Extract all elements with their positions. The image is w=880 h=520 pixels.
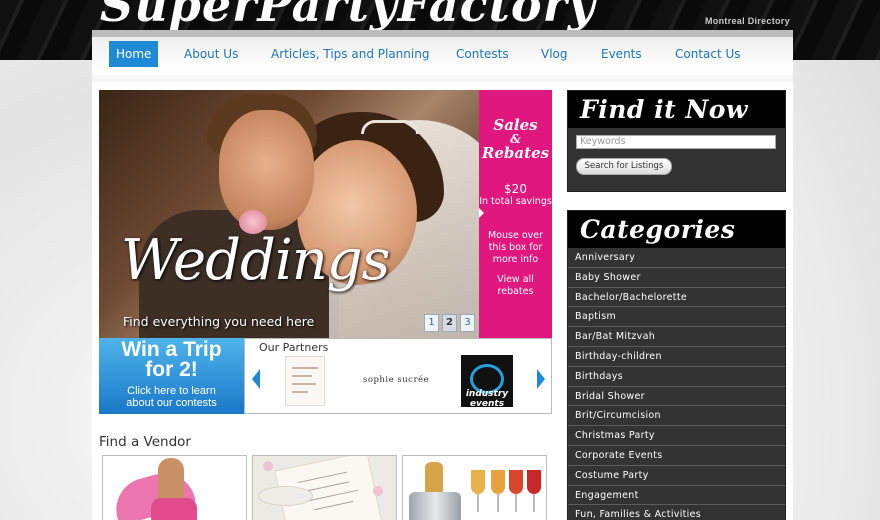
- category-item[interactable]: Birthdays: [568, 367, 785, 387]
- dancer-skirt-shape: [151, 498, 197, 520]
- glass-shape: [527, 470, 541, 494]
- card-line: [292, 375, 312, 377]
- partner-industry-name: industry: [465, 389, 509, 399]
- partner-sophie-sucree-logo[interactable]: sophie sucrée: [363, 375, 429, 385]
- arrow-left-icon[interactable]: [252, 369, 260, 389]
- ice-bucket-shape: [409, 492, 461, 520]
- category-item[interactable]: Birthday-children: [568, 347, 785, 367]
- search-listings-button[interactable]: Search for Listings: [576, 158, 672, 175]
- category-item[interactable]: Christmas Party: [568, 426, 785, 446]
- view-rebates-link[interactable]: View all rebates: [483, 274, 548, 298]
- categories-title: Categories: [568, 211, 785, 248]
- sales-total-text: In total savings: [479, 196, 552, 207]
- category-item[interactable]: Bridal Shower: [568, 387, 785, 407]
- slide-subtitle: Find everything you need here: [123, 314, 315, 329]
- category-item[interactable]: Costume Party: [568, 466, 785, 486]
- partner-industry-logo[interactable]: industry events: [461, 355, 513, 409]
- trip-sub-line2: about our contests: [126, 397, 217, 409]
- category-item[interactable]: Fun, Families & Activities: [568, 505, 785, 520]
- keyword-input[interactable]: Keywords: [576, 135, 776, 149]
- slider-page-3[interactable]: 3: [460, 314, 475, 332]
- category-item[interactable]: Baby Shower: [568, 268, 785, 288]
- win-trip-banner[interactable]: Win a Trip for 2! Click here to learn ab…: [99, 338, 244, 414]
- nav-contests[interactable]: Contests: [456, 41, 509, 67]
- vendor-card-invitations[interactable]: [252, 455, 397, 520]
- vendor-card-drinks[interactable]: [402, 455, 547, 520]
- glass-stem: [497, 494, 499, 512]
- groom-face-shape: [219, 110, 314, 230]
- vendor-section-title: Find a Vendor: [99, 434, 191, 450]
- glass-stem: [533, 494, 535, 512]
- trip-title: Win a Trip for 2!: [99, 338, 244, 381]
- partner-industry-sub: events: [469, 399, 505, 409]
- vendor-card-dancer[interactable]: [102, 455, 247, 520]
- trip-subtitle: Click here to learn about our contests: [99, 385, 244, 409]
- partner-industry-text: industry events: [463, 389, 511, 409]
- category-list: Anniversary Baby Shower Bachelor/Bachelo…: [568, 248, 785, 520]
- category-item[interactable]: Corporate Events: [568, 446, 785, 466]
- category-item[interactable]: Engagement: [568, 486, 785, 506]
- slide-title: Weddings: [121, 228, 390, 293]
- trip-title-line2: for 2!: [145, 358, 198, 381]
- glass-stem: [515, 494, 517, 512]
- invite-text-line: [305, 481, 350, 492]
- glass-stem: [477, 494, 479, 512]
- caret-right-icon: [479, 208, 484, 218]
- invite-text-line: [298, 471, 348, 483]
- directory-link[interactable]: Montreal Directory: [705, 16, 790, 26]
- partners-carousel: Our Partners sophie sucrée industry event…: [244, 338, 552, 414]
- drinks-photo: [425, 462, 443, 496]
- category-item[interactable]: Anniversary: [568, 248, 785, 268]
- sales-amount: $20: [504, 182, 527, 196]
- partners-title: Our Partners: [259, 341, 329, 354]
- glass-shape: [491, 470, 505, 494]
- nav-articles[interactable]: Articles, Tips and Planning: [271, 41, 429, 67]
- sales-rebates-box[interactable]: Sales & Rebates $20 In total savings Mou…: [479, 90, 552, 338]
- flower-icon: [263, 461, 273, 471]
- card-line: [292, 383, 316, 385]
- slider-page-2[interactable]: 2: [442, 314, 457, 332]
- trip-sub-line1: Click here to learn: [127, 385, 216, 397]
- ribbon-shape: [258, 486, 313, 506]
- nav-about-us[interactable]: About Us: [184, 41, 238, 67]
- sales-title-line2: Rebates: [481, 144, 550, 162]
- invite-text-line: [314, 500, 354, 511]
- hero-slider[interactable]: Weddings Find everything you need here 1…: [99, 90, 479, 338]
- nav-vlog[interactable]: Vlog: [541, 41, 568, 67]
- arrow-right-icon[interactable]: [537, 369, 545, 389]
- card-line: [292, 367, 318, 369]
- category-item[interactable]: Bar/Bat Mitzvah: [568, 327, 785, 347]
- tiara-shape: [361, 120, 419, 134]
- main-nav: Home About Us Articles, Tips and Plannin…: [92, 30, 793, 82]
- nav-events[interactable]: Events: [601, 41, 642, 67]
- card-line: [292, 391, 308, 393]
- category-item[interactable]: Baptism: [568, 307, 785, 328]
- glass-shape: [509, 470, 523, 494]
- slider-page-1[interactable]: 1: [424, 314, 439, 332]
- glass-shape: [471, 470, 485, 494]
- nav-contact-us[interactable]: Contact Us: [675, 41, 741, 67]
- sales-title: Sales & Rebates: [479, 118, 552, 162]
- find-it-now-box: Find it Now Keywords Search for Listings: [567, 90, 786, 192]
- page-container: Home About Us Articles, Tips and Plannin…: [92, 30, 793, 520]
- sales-hover-text: Mouse over this box for more info: [487, 230, 544, 265]
- invitation-card-logo[interactable]: [285, 356, 325, 406]
- category-item[interactable]: Brit/Circumcision: [568, 406, 785, 427]
- category-item[interactable]: Bachelor/Bachelorette: [568, 288, 785, 308]
- nav-home[interactable]: Home: [109, 41, 159, 67]
- trip-title-line1: Win a Trip: [121, 338, 222, 361]
- flower-icon: [373, 486, 383, 496]
- categories-box: Categories Anniversary Baby Shower Bache…: [567, 210, 786, 520]
- find-it-now-title: Find it Now: [568, 91, 785, 128]
